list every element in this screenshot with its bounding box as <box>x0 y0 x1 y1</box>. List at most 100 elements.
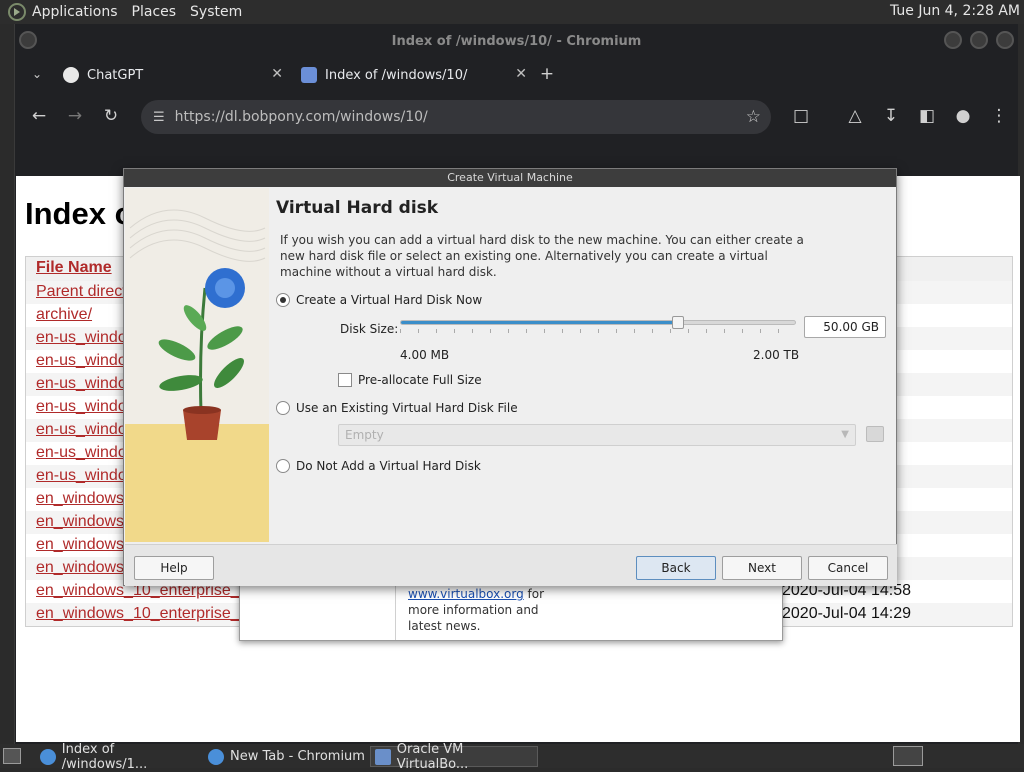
back-arrow-icon[interactable]: ← <box>29 106 49 126</box>
chevron-down-icon: ▼ <box>841 429 849 440</box>
file-link[interactable]: en-us_windo <box>36 421 127 439</box>
virtualbox-link[interactable]: www.virtualbox.org <box>408 587 524 601</box>
window-title: Index of /windows/10/ - Chromium <box>391 33 642 49</box>
task-new-tab[interactable]: New Tab - Chromium <box>204 746 366 767</box>
create-vm-dialog: Create Virtual Machine Virtual Hard disk… <box>123 168 897 586</box>
minimize-button[interactable] <box>944 31 962 49</box>
slider-max-label: 2.00 TB <box>753 348 800 362</box>
download-icon[interactable]: ↧ <box>881 106 901 126</box>
welcome-text-for: for <box>523 587 545 601</box>
show-desktop-icon[interactable] <box>3 748 21 764</box>
create-disk-label[interactable]: Create a Virtual Hard Disk Now <box>296 293 482 307</box>
tab-search-icon[interactable]: ⌄ <box>27 64 47 84</box>
task-label: Oracle VM VirtualBo... <box>396 741 469 772</box>
workspace-switcher-icon[interactable] <box>893 746 923 766</box>
extensions-icon[interactable]: □ <box>791 106 811 126</box>
file-link[interactable]: en-us_windo <box>36 444 127 462</box>
address-bar[interactable]: ☰ https://dl.bobpony.com/windows/10/ ☆ <box>141 100 771 134</box>
tab-index-windows[interactable]: Index of /windows/10/ ✕ <box>301 60 533 90</box>
file-link[interactable]: en_windows <box>36 559 124 577</box>
page-title: Index o <box>25 196 134 231</box>
wizard-description: If you wish you can add a virtual hard d… <box>280 233 804 279</box>
dialog-button-bar: Help Back Next Cancel <box>125 544 897 586</box>
file-link[interactable]: en_windows <box>36 490 124 508</box>
no-disk-label[interactable]: Do Not Add a Virtual Hard Disk <box>296 459 481 473</box>
back-button[interactable]: Back <box>636 556 716 580</box>
virtualbox-icon <box>375 748 391 765</box>
close-icon[interactable]: ✕ <box>271 66 283 82</box>
side-panel-icon[interactable]: ◧ <box>917 106 937 126</box>
forward-arrow-icon[interactable]: → <box>65 106 85 126</box>
file-link[interactable]: en_windows <box>36 536 124 554</box>
slider-min-label: 4.00 MB <box>400 348 450 362</box>
task-label: New Tab - Chromium <box>230 749 365 764</box>
plant-illustration-icon <box>125 188 269 542</box>
welcome-text-line2: more information and <box>408 603 539 617</box>
tab-chatgpt[interactable]: ChatGPT ✕ <box>63 60 289 90</box>
file-link[interactable]: en-us_windo <box>36 329 127 347</box>
labs-flask-icon[interactable]: △ <box>845 106 865 126</box>
file-link[interactable]: en_windows_10_enterprise_ <box>36 605 240 623</box>
taskbar: Index of /windows/1... New Tab - Chromiu… <box>0 742 1024 772</box>
page-icon <box>301 67 317 83</box>
dialog-title[interactable]: Create Virtual Machine <box>124 169 896 187</box>
tab-strip: ⌄ ChatGPT ✕ Index of /windows/10/ ✕ + <box>15 58 1018 92</box>
dialog-content: Virtual Hard disk If you wish you can ad… <box>274 188 894 544</box>
more-menu-icon[interactable]: ⋮ <box>989 106 1009 126</box>
tab-label: ChatGPT <box>87 67 144 83</box>
radio-no-disk[interactable] <box>276 459 290 473</box>
radio-existing-disk[interactable] <box>276 401 290 415</box>
disk-size-slider[interactable] <box>400 316 796 329</box>
menu-system[interactable]: System <box>190 4 242 20</box>
close-icon[interactable]: ✕ <box>515 66 527 82</box>
task-index-windows[interactable]: Index of /windows/1... <box>36 742 202 772</box>
welcome-text-line3: latest news. <box>408 619 481 633</box>
slider-fill <box>401 321 679 324</box>
file-link[interactable]: Parent direct <box>36 283 127 301</box>
radio-create-disk[interactable] <box>276 293 290 307</box>
folder-browse-icon[interactable] <box>866 426 884 442</box>
wizard-page-heading: Virtual Hard disk <box>276 198 439 218</box>
existing-disk-combo[interactable]: Empty ▼ <box>338 424 856 446</box>
clock[interactable]: Tue Jun 4, 2:28 AM <box>890 3 1020 19</box>
disk-size-input[interactable]: 50.00 GB <box>804 316 886 338</box>
window-titlebar[interactable]: Index of /windows/10/ - Chromium <box>15 24 1018 58</box>
window-menu-button[interactable] <box>19 31 37 49</box>
existing-disk-label[interactable]: Use an Existing Virtual Hard Disk File <box>296 401 518 415</box>
url-text[interactable]: https://dl.bobpony.com/windows/10/ <box>175 109 428 125</box>
menu-places[interactable]: Places <box>132 4 177 20</box>
maximize-button[interactable] <box>970 31 988 49</box>
reload-icon[interactable]: ↻ <box>101 106 121 126</box>
combo-value: Empty <box>345 428 384 442</box>
preallocate-checkbox[interactable] <box>338 373 352 387</box>
distro-logo-icon[interactable] <box>8 3 26 21</box>
file-link[interactable]: archive/ <box>36 306 92 324</box>
profile-avatar-icon[interactable]: ● <box>953 106 973 126</box>
preallocate-label[interactable]: Pre-allocate Full Size <box>358 373 482 387</box>
bookmark-star-icon[interactable]: ☆ <box>746 107 761 127</box>
chromium-icon <box>40 748 56 765</box>
file-date: 2020-Jul-04 14:29 <box>782 605 911 622</box>
close-window-button[interactable] <box>996 31 1014 49</box>
browser-toolbar: ← → ↻ ☰ https://dl.bobpony.com/windows/1… <box>15 92 1018 144</box>
wizard-illustration <box>125 188 269 542</box>
top-panel: Applications Places System Tue Jun 4, 2:… <box>0 0 1024 24</box>
slider-handle[interactable] <box>672 316 685 329</box>
task-label: Index of /windows/1... <box>61 741 148 772</box>
menu-applications[interactable]: Applications <box>32 4 118 20</box>
file-link[interactable]: en-us_windo <box>36 375 127 393</box>
next-button[interactable]: Next <box>722 556 802 580</box>
task-virtualbox[interactable]: Oracle VM VirtualBo... <box>370 742 538 772</box>
tab-label: Index of /windows/10/ <box>325 67 468 83</box>
new-tab-icon[interactable]: + <box>537 64 557 84</box>
file-link[interactable]: en_windows <box>36 513 124 531</box>
file-link[interactable]: en-us_windo <box>36 467 127 485</box>
chromium-icon <box>208 748 224 765</box>
file-link[interactable]: en-us_windo <box>36 398 127 416</box>
file-link[interactable]: en-us_windo <box>36 352 127 370</box>
welcome-text: www.virtualbox.org for more information … <box>408 586 588 634</box>
cancel-button[interactable]: Cancel <box>808 556 888 580</box>
help-button[interactable]: Help <box>134 556 214 580</box>
chatgpt-icon <box>63 67 79 83</box>
site-settings-icon[interactable]: ☰ <box>153 110 165 125</box>
